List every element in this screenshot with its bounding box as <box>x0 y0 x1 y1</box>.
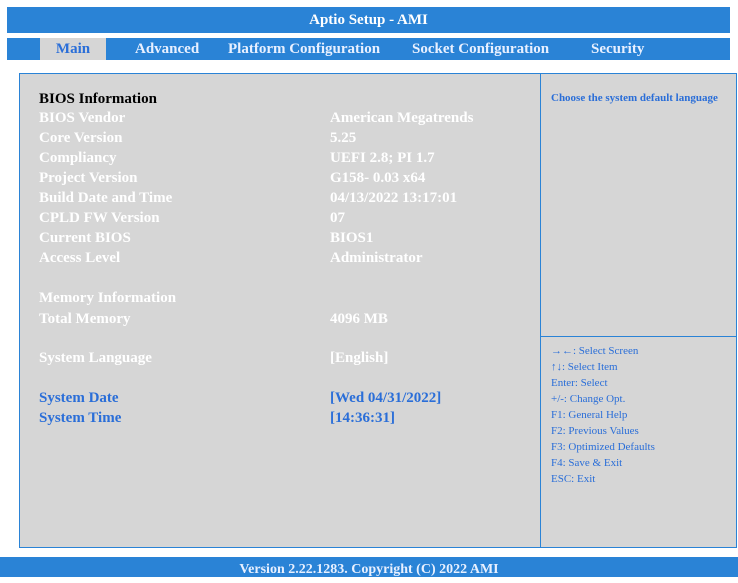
build-date-time-value: 04/13/2022 13:17:01 <box>330 190 458 206</box>
tab-main[interactable]: Main <box>40 38 106 60</box>
key-optimized-defaults: F3: Optimized Defaults <box>551 441 655 453</box>
system-language-value[interactable]: [English] <box>330 350 388 367</box>
key-enter-select: Enter: Select <box>551 377 608 389</box>
system-time-value[interactable]: [14:36:31] <box>330 410 395 427</box>
total-memory-value: 4096 MB <box>330 311 388 327</box>
compliancy-value: UEFI 2.8; PI 1.7 <box>330 150 435 166</box>
access-level-label: Access Level <box>39 250 121 266</box>
key-general-help: F1: General Help <box>551 409 628 421</box>
version-footer: Version 2.22.1283. Copyright (C) 2022 AM… <box>0 557 738 577</box>
tab-advanced[interactable]: Advanced <box>135 38 199 60</box>
title-bar: Aptio Setup - AMI <box>7 7 730 33</box>
access-level-value: Administrator <box>330 250 423 266</box>
system-time-label[interactable]: System Time <box>39 410 121 427</box>
cpld-fw-version-value: 07 <box>330 210 345 226</box>
bios-information-heading: BIOS Information <box>39 91 157 107</box>
bios-vendor-value: American Megatrends <box>330 110 474 126</box>
current-bios-value: BIOS1 <box>330 230 374 246</box>
tab-platform-configuration[interactable]: Platform Configuration <box>228 38 380 60</box>
tab-socket-configuration[interactable]: Socket Configuration <box>412 38 549 60</box>
core-version-label: Core Version <box>39 130 123 146</box>
key-select-item: ↑↓: Select Item <box>551 361 618 373</box>
help-pane <box>540 73 737 337</box>
cpld-fw-version-label: CPLD FW Version <box>39 210 160 226</box>
key-change-opt: +/-: Change Opt. <box>551 393 626 405</box>
system-language-label[interactable]: System Language <box>39 350 152 367</box>
key-select-screen: →←: Select Screen <box>551 345 639 357</box>
core-version-value: 5.25 <box>330 130 357 146</box>
tab-security[interactable]: Security <box>591 38 644 60</box>
help-text: Choose the system default language <box>551 92 718 104</box>
memory-information-heading: Memory Information <box>39 290 177 306</box>
total-memory-label: Total Memory <box>39 311 131 327</box>
build-date-time-label: Build Date and Time <box>39 190 173 206</box>
key-legend: →←: Select Screen ↑↓: Select Item Enter:… <box>551 343 731 487</box>
project-version-value: G158- 0.03 x64 <box>330 170 426 186</box>
project-version-label: Project Version <box>39 170 138 186</box>
bios-vendor-label: BIOS Vendor <box>39 110 126 126</box>
compliancy-label: Compliancy <box>39 150 117 166</box>
key-save-exit: F4: Save & Exit <box>551 457 623 469</box>
key-previous-values: F2: Previous Values <box>551 425 639 437</box>
current-bios-label: Current BIOS <box>39 230 131 246</box>
key-esc-exit: ESC: Exit <box>551 473 596 485</box>
system-date-value[interactable]: [Wed 04/31/2022] <box>330 390 441 407</box>
tab-bar: Main Advanced Platform Configuration Soc… <box>7 38 730 60</box>
system-date-label[interactable]: System Date <box>39 390 119 407</box>
